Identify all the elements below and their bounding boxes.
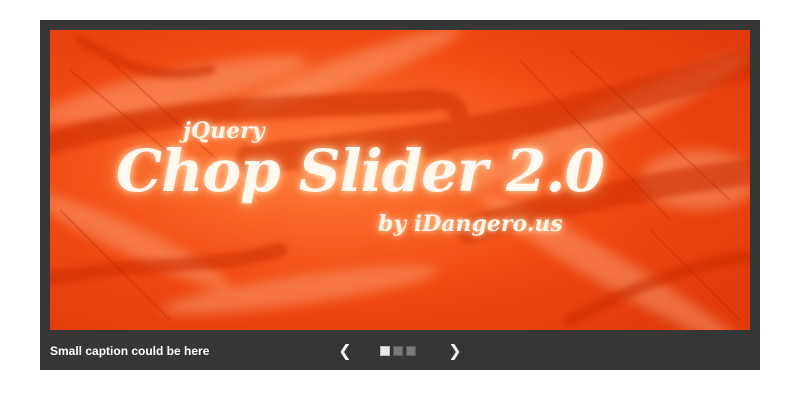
slide-text-layer: jQuery Chop Slider 2.0 by iDangero.us	[50, 30, 750, 330]
next-arrow-icon[interactable]: ❯	[445, 340, 465, 362]
slide-title: Chop Slider 2.0	[116, 137, 605, 205]
slide-byline: by iDangero.us	[378, 211, 563, 237]
pager-dot-2[interactable]	[393, 346, 403, 356]
slider-frame: jQuery Chop Slider 2.0 by iDangero.us Sm…	[40, 20, 760, 370]
slide-image[interactable]: jQuery Chop Slider 2.0 by iDangero.us	[50, 30, 750, 330]
prev-arrow-icon[interactable]: ❮	[335, 340, 355, 362]
slide-pager	[380, 346, 416, 356]
pager-dot-1[interactable]	[380, 346, 390, 356]
pager-dot-3[interactable]	[406, 346, 416, 356]
slide-caption: Small caption could be here	[50, 344, 210, 358]
